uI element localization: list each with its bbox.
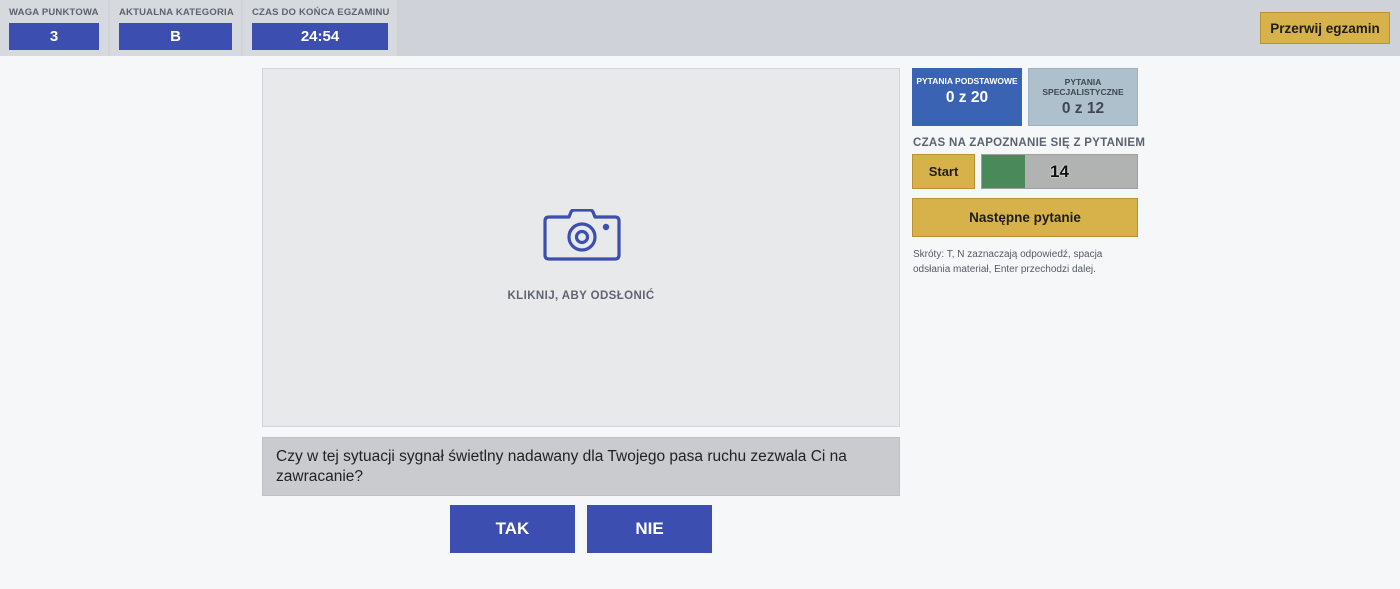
category-label: AKTUALNA KATEGORIA — [119, 7, 234, 18]
answer-yes-button[interactable]: TAK — [450, 505, 575, 553]
exam-time-panel: CZAS DO KOŃCA EGZAMINU 24:54 — [243, 0, 397, 56]
top-bar: WAGA PUNKTOWA 3 AKTUALNA KATEGORIA B CZA… — [0, 0, 1400, 56]
question-text: Czy w tej sytuacji sygnał świetlny nadaw… — [262, 437, 900, 496]
category-value: B — [119, 23, 232, 50]
exam-time-label: CZAS DO KOŃCA EGZAMINU — [252, 7, 390, 18]
basic-questions-counter[interactable]: PYTANIA PODSTAWOWE 0 z 20 — [912, 68, 1022, 126]
next-question-button[interactable]: Następne pytanie — [912, 198, 1138, 237]
reading-time-label: CZAS NA ZAPOZNANIE SIĘ Z PYTANIEM — [913, 137, 1146, 149]
abort-exam-button[interactable]: Przerwij egzamin — [1260, 12, 1390, 44]
basic-questions-label: PYTANIA PODSTAWOWE — [916, 76, 1018, 86]
start-button[interactable]: Start — [912, 154, 975, 189]
specialist-questions-value: 0 z 12 — [1061, 100, 1105, 117]
camera-icon — [543, 209, 621, 261]
points-weight-value: 3 — [9, 23, 99, 50]
specialist-questions-label: PYTANIA SPECJALISTYCZNE — [1042, 77, 1124, 97]
reading-timer-bar: 14 — [981, 154, 1138, 189]
media-reveal-area[interactable]: KLIKNIJ, ABY ODSŁONIĆ — [262, 68, 900, 427]
keyboard-shortcuts-hint: Skróty: T, N zaznaczają odpowiedź, spacj… — [913, 249, 1103, 275]
points-weight-panel: WAGA PUNKTOWA 3 — [0, 0, 108, 56]
reveal-hint: KLIKNIJ, ABY ODSŁONIĆ — [507, 290, 655, 302]
exam-time-value: 24:54 — [252, 23, 388, 50]
basic-questions-value: 0 z 20 — [945, 89, 989, 106]
specialist-questions-counter[interactable]: PYTANIA SPECJALISTYCZNE 0 z 12 — [1028, 68, 1138, 126]
category-panel: AKTUALNA KATEGORIA B — [110, 0, 241, 56]
answer-no-button[interactable]: NIE — [587, 505, 712, 553]
reading-timer-value: 14 — [1050, 162, 1069, 181]
points-weight-label: WAGA PUNKTOWA — [9, 7, 99, 18]
